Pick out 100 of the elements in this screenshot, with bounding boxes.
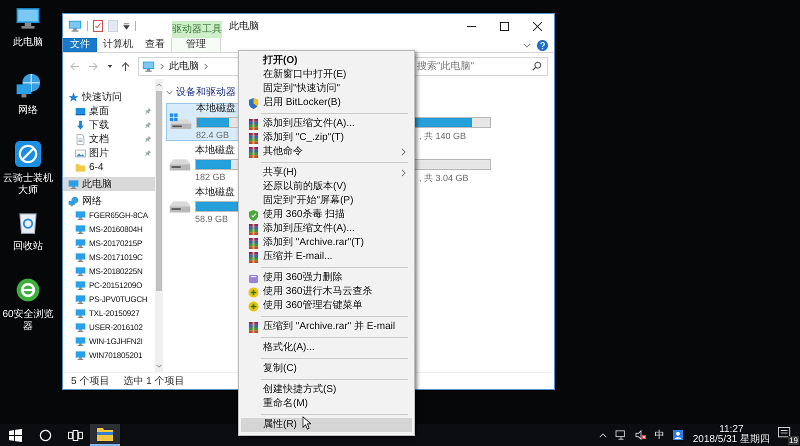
recent-caret-icon[interactable]: [107, 64, 113, 68]
sidebar-item[interactable]: 文档: [63, 132, 155, 146]
expand-ribbon-icon[interactable]: [523, 42, 531, 48]
menu-item[interactable]: 在新窗口中打开(E): [241, 68, 412, 82]
sidebar-item[interactable]: USER-2016102: [63, 320, 155, 334]
scroll-down-icon[interactable]: [156, 364, 162, 368]
monitor-icon: [75, 238, 86, 248]
search-icon[interactable]: [532, 60, 542, 70]
ring-logo-icon[interactable]: [15, 277, 41, 303]
menu-item[interactable]: 启用 BitLocker(B): [241, 96, 412, 110]
menu-item-label: 其他命令: [263, 145, 303, 159]
menu-item[interactable]: 使用 360强力删除: [241, 271, 412, 285]
menu-item[interactable]: 创建快捷方式(S): [241, 383, 412, 397]
menu-item-label: 复制(C): [263, 362, 297, 376]
customize-caret-icon[interactable]: [123, 22, 130, 30]
ribbon-tab[interactable]: 查看: [139, 38, 171, 52]
maximize-icon[interactable]: [500, 22, 509, 30]
menu-item[interactable]: 固定到"开始"屏幕(P): [241, 194, 412, 208]
notification-icon[interactable]: [778, 427, 792, 439]
sidebar-item[interactable]: 图片: [63, 146, 155, 160]
sidebar-item[interactable]: TXL-20150927: [63, 306, 155, 320]
drive-tile[interactable]: 本地磁盘 82.4 GB: [166, 103, 240, 141]
sidebar-item[interactable]: PS-JPV0TUGCH: [63, 292, 155, 306]
sidebar-item[interactable]: 此电脑: [63, 177, 155, 191]
chevron-right-icon: [204, 62, 208, 70]
scroll-thumb[interactable]: [156, 91, 162, 291]
desktop-icon-label[interactable]: 云骑士装机大师: [0, 173, 56, 197]
taskbar-button[interactable]: [90, 424, 120, 446]
books-icon: [248, 224, 258, 234]
app-icon[interactable]: [15, 141, 41, 167]
menu-item[interactable]: 属性(R): [241, 418, 412, 432]
monitor-icon: [75, 322, 86, 332]
file-menu-tab[interactable]: 文件: [63, 38, 97, 52]
menu-item[interactable]: 其他命令: [241, 145, 412, 159]
menu-item[interactable]: 还原以前的版本(V): [241, 180, 412, 194]
muted-speaker-icon[interactable]: [634, 430, 647, 440]
menu-item[interactable]: 共享(H): [241, 166, 412, 180]
sidebar-item-label: USER-2016102: [89, 322, 143, 332]
help-icon[interactable]: [537, 40, 548, 50]
menu-item[interactable]: 添加到 "Archive.rar"(T): [241, 236, 412, 250]
sidebar-item[interactable]: 下载: [63, 118, 155, 132]
menu-item[interactable]: 添加到 "C_.zip"(T): [241, 131, 412, 145]
collapse-chevron-icon[interactable]: [166, 90, 173, 94]
window-title: 此电脑: [229, 20, 259, 33]
menu-item[interactable]: 压缩并 E-mail...: [241, 250, 412, 264]
sidebar-item[interactable]: 快速访问: [63, 90, 155, 104]
scroll-up-icon[interactable]: [156, 83, 162, 87]
sidebar-item[interactable]: PC-20151209O: [63, 278, 155, 292]
contextual-ribbon-tab[interactable]: 管理: [171, 38, 221, 52]
menu-item-label: 添加到压缩文件(A)...: [263, 117, 355, 131]
menu-item-label: 压缩到 "Archive.rar" 并 E-mail: [263, 320, 396, 334]
desktop-icon-label[interactable]: 此电脑: [13, 37, 43, 49]
menu-item[interactable]: 固定到"快速访问": [241, 82, 412, 96]
desktop-icon-label[interactable]: 回收站: [13, 241, 43, 253]
sidebar-item[interactable]: 桌面: [63, 104, 155, 118]
sidebar-item[interactable]: 网络: [63, 194, 155, 208]
globe-monitor-icon: [68, 196, 79, 206]
sidebar-item[interactable]: MS-20180225N: [63, 264, 155, 278]
menu-item-label: 创建快捷方式(S): [263, 383, 336, 397]
person-icon[interactable]: [672, 430, 683, 440]
drive-capacity: , 共 3.04 GB: [419, 172, 470, 183]
sidebar-item[interactable]: WIN701805201: [63, 348, 155, 362]
sidebar-item[interactable]: MS-20171019C: [63, 250, 155, 264]
menu-item[interactable]: 使用 360杀毒 扫描: [241, 208, 412, 222]
chevron-up-icon[interactable]: [598, 432, 607, 438]
close-icon[interactable]: [533, 22, 542, 30]
network-icon[interactable]: [614, 430, 627, 440]
books-icon: [248, 322, 258, 332]
sidebar-item-label: 6-4: [89, 162, 104, 172]
ribbon-tab[interactable]: 计算机: [97, 38, 139, 52]
shield-icon: [248, 210, 258, 220]
sidebar-item[interactable]: FGER65GH-8CA: [63, 208, 155, 222]
clock-time[interactable]: 11:27: [719, 425, 744, 435]
menu-item[interactable]: 添加到压缩文件(A)...: [241, 222, 412, 236]
scrollbar[interactable]: [155, 79, 163, 372]
globe-monitor-icon[interactable]: [15, 73, 41, 99]
task-view-icon: [68, 430, 82, 440]
menu-item[interactable]: 压缩到 "Archive.rar" 并 E-mail: [241, 320, 412, 334]
menu-item[interactable]: 复制(C): [241, 362, 412, 376]
sidebar-item[interactable]: 6-4: [63, 160, 155, 174]
sidebar-item[interactable]: MS-20170215P: [63, 236, 155, 250]
menu-item-label: 使用 360强力删除: [263, 271, 342, 285]
desktop-icon-label[interactable]: 60安全浏览器: [0, 309, 56, 333]
menu-item[interactable]: 使用 360进行木马云查杀: [241, 285, 412, 299]
clock-date[interactable]: 2018/5/31 星期四: [692, 435, 770, 445]
desktop-icon-label[interactable]: 网络: [18, 105, 38, 117]
books-icon: [248, 132, 258, 144]
menu-item[interactable]: 使用 360管理右键菜单: [241, 299, 412, 313]
up-arrow-icon[interactable]: [121, 60, 130, 72]
input-method-indicator[interactable]: 中: [654, 428, 665, 442]
menu-item[interactable]: 打开(O): [241, 54, 412, 68]
menu-item[interactable]: 添加到压缩文件(A)...: [241, 117, 412, 131]
drive-capacity: 182 GB: [195, 172, 227, 183]
menu-item[interactable]: 格式化(A)...: [241, 341, 412, 355]
monitor-icon: [75, 266, 86, 276]
sidebar-item[interactable]: WIN-1GJHFN2I: [63, 334, 155, 348]
sidebar-item-label: PS-JPV0TUGCH: [89, 294, 148, 304]
menu-item[interactable]: 重命名(M): [241, 397, 412, 411]
sidebar-item[interactable]: MS-20160804H: [63, 222, 155, 236]
properties-icon[interactable]: [93, 20, 103, 32]
